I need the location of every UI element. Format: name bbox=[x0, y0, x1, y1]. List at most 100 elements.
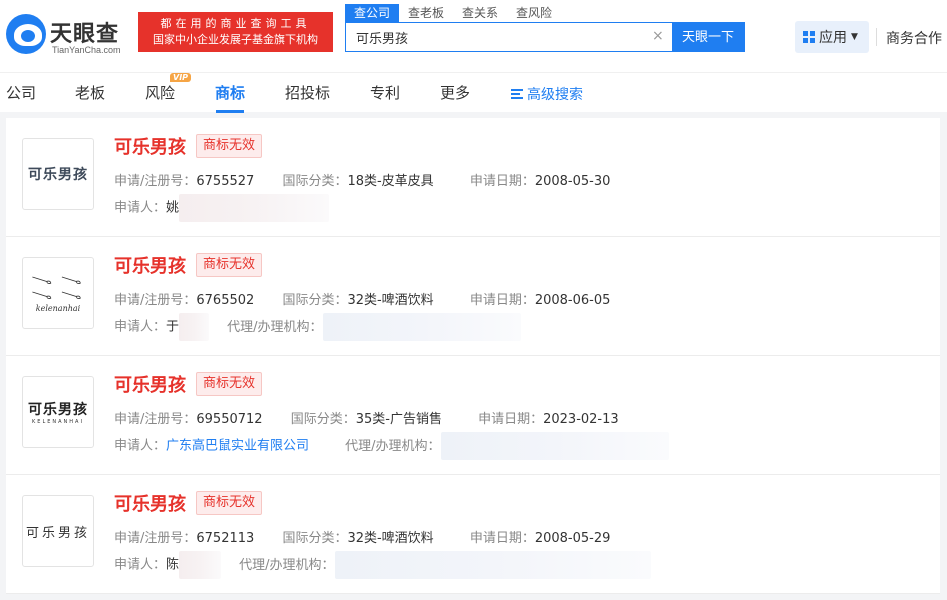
redacted-block bbox=[334, 551, 651, 579]
applicant-label: 申请人： bbox=[114, 438, 167, 454]
trademark-name[interactable]: 可乐男孩 bbox=[114, 252, 186, 278]
status-badge: 商标无效 bbox=[196, 491, 263, 515]
trademark-card[interactable]: 可乐男孩 可乐男孩 商标无效 申请/注册号：6755527 国际分类：18类-皮… bbox=[6, 118, 940, 237]
logo-name: 天眼查 bbox=[50, 22, 120, 47]
slogan-line-1: 都在用的商业查询工具 bbox=[160, 17, 311, 30]
intl-class-label: 国际分类： bbox=[282, 531, 348, 546]
business-link[interactable]: 商务合作 bbox=[886, 28, 942, 48]
agency-label: 代理/办理机构： bbox=[345, 438, 441, 454]
trademark-image-subtext: KELENANHAI bbox=[32, 419, 84, 425]
trademark-image-text: 可乐男孩 bbox=[28, 167, 88, 183]
search-box: × 天眼一下 bbox=[345, 22, 745, 52]
category-nav: 公司 老板 风险 VIP 商标 招投标 专利 更多 高级搜索 bbox=[0, 72, 947, 113]
nav-risk[interactable]: 风险 bbox=[145, 82, 175, 103]
info-row: 申请/注册号：6755527 国际分类：18类-皮革皮具 申请日期：2008-0… bbox=[114, 170, 610, 189]
logo-domain: TianYanCha.com bbox=[52, 45, 121, 55]
reg-no-label: 申请/注册号： bbox=[114, 412, 197, 427]
trademark-name[interactable]: 可乐男孩 bbox=[114, 133, 186, 159]
trademark-results: 可乐男孩 可乐男孩 商标无效 申请/注册号：6755527 国际分类：18类-皮… bbox=[6, 118, 940, 594]
status-badge: 商标无效 bbox=[196, 372, 263, 396]
search-tab-relation[interactable]: 查关系 bbox=[453, 4, 507, 22]
trademark-image-text: kelenanhai bbox=[35, 303, 81, 313]
nav-active-underline bbox=[216, 110, 244, 113]
info-row: 申请/注册号：6765502 国际分类：32类-啤酒饮料 申请日期：2008-0… bbox=[114, 289, 610, 308]
apps-button[interactable]: 应用 ▼ bbox=[795, 21, 869, 53]
nav-company[interactable]: 公司 bbox=[6, 82, 36, 103]
search-tab-company[interactable]: 查公司 bbox=[345, 4, 400, 22]
trademark-name[interactable]: 可乐男孩 bbox=[114, 371, 186, 397]
trademark-figures-icon: 𐃆 𐃆 𐃆 𐃆 bbox=[31, 274, 85, 303]
app-date-value: 2023-02-13 bbox=[543, 412, 619, 427]
app-date-label: 申请日期： bbox=[469, 531, 535, 546]
slogan-banner: 都在用的商业查询工具 国家中小企业发展子基金旗下机构 bbox=[138, 12, 333, 52]
trademark-image[interactable]: 可乐男孩 bbox=[22, 495, 94, 567]
trademark-image[interactable]: 可乐男孩 KELENANHAI bbox=[22, 376, 94, 448]
trademark-image-text: 可乐男孩 bbox=[28, 402, 88, 418]
applicant-value: 于 bbox=[166, 319, 180, 335]
info-row: 申请/注册号：6752113 国际分类：32类-啤酒饮料 申请日期：2008-0… bbox=[114, 527, 610, 546]
reg-no-value: 6755527 bbox=[196, 174, 255, 189]
search-input[interactable] bbox=[346, 23, 666, 51]
agency-label: 代理/办理机构： bbox=[227, 319, 323, 335]
logo-eye-icon bbox=[6, 14, 46, 54]
intl-class-label: 国际分类： bbox=[290, 412, 356, 427]
applicant-label: 申请人： bbox=[114, 557, 167, 573]
status-badge: 商标无效 bbox=[196, 134, 263, 158]
trademark-card[interactable]: 𐃆 𐃆 𐃆 𐃆 kelenanhai 可乐男孩 商标无效 申请/注册号：6765… bbox=[6, 237, 940, 356]
redacted-block bbox=[322, 313, 521, 341]
reg-no-value: 6765502 bbox=[196, 293, 255, 308]
app-date-label: 申请日期： bbox=[469, 174, 535, 189]
clear-icon[interactable]: × bbox=[652, 28, 664, 44]
applicant-label: 申请人： bbox=[114, 319, 167, 335]
nav-bidding[interactable]: 招投标 bbox=[285, 82, 330, 103]
search-tab-boss[interactable]: 查老板 bbox=[399, 4, 453, 22]
intl-class-value: 18类-皮革皮具 bbox=[347, 174, 434, 189]
intl-class-label: 国际分类： bbox=[282, 293, 348, 308]
redacted-block bbox=[179, 551, 222, 579]
reg-no-label: 申请/注册号： bbox=[114, 531, 197, 546]
intl-class-value: 35类-广告销售 bbox=[355, 412, 442, 427]
header-divider bbox=[876, 28, 877, 46]
trademark-image[interactable]: 可乐男孩 bbox=[22, 138, 94, 210]
advanced-search-link[interactable]: 高级搜索 bbox=[511, 84, 583, 104]
app-date-label: 申请日期： bbox=[478, 412, 544, 427]
applicant-label: 申请人： bbox=[114, 200, 167, 216]
tianyancha-logo[interactable]: 天眼查 TianYanCha.com bbox=[6, 8, 131, 58]
info-row: 申请/注册号：69550712 国际分类：35类-广告销售 申请日期：2023-… bbox=[114, 408, 619, 427]
trademark-card[interactable]: 可乐男孩 KELENANHAI 可乐男孩 商标无效 申请/注册号：6955071… bbox=[6, 356, 940, 475]
intl-class-value: 32类-啤酒饮料 bbox=[347, 293, 434, 308]
caret-down-icon: ▼ bbox=[851, 32, 858, 42]
redacted-block bbox=[179, 194, 330, 222]
app-date-label: 申请日期： bbox=[469, 293, 535, 308]
search-tabs: 查公司 查老板 查关系 查风险 bbox=[345, 4, 561, 22]
intl-class-value: 32类-啤酒饮料 bbox=[347, 531, 434, 546]
top-bar: 天眼查 TianYanCha.com 都在用的商业查询工具 国家中小企业发展子基… bbox=[0, 0, 947, 72]
redacted-block bbox=[440, 432, 669, 460]
trademark-image-text: 可乐男孩 bbox=[25, 525, 90, 541]
app-date-value: 2008-06-05 bbox=[534, 293, 611, 308]
nav-more[interactable]: 更多 bbox=[440, 82, 470, 103]
agency-label: 代理/办理机构： bbox=[239, 557, 335, 573]
reg-no-value: 6752113 bbox=[196, 531, 255, 546]
applicant-value: 姚 bbox=[166, 200, 180, 216]
applicant-row: 申请人：姚 bbox=[114, 194, 330, 222]
nav-patent[interactable]: 专利 bbox=[370, 82, 400, 103]
nav-boss[interactable]: 老板 bbox=[75, 82, 105, 103]
applicant-row: 申请人：广东高巴鼠实业有限公司 代理/办理机构： bbox=[114, 432, 669, 460]
reg-no-label: 申请/注册号： bbox=[114, 174, 197, 189]
applicant-link[interactable]: 广东高巴鼠实业有限公司 bbox=[166, 439, 309, 454]
advanced-search-label: 高级搜索 bbox=[527, 87, 583, 103]
intl-class-label: 国际分类： bbox=[282, 174, 348, 189]
search-button[interactable]: 天眼一下 bbox=[672, 23, 744, 51]
filter-icon bbox=[511, 89, 523, 99]
applicant-value: 陈 bbox=[166, 557, 180, 573]
search-tab-risk[interactable]: 查风险 bbox=[507, 4, 561, 22]
trademark-image[interactable]: 𐃆 𐃆 𐃆 𐃆 kelenanhai bbox=[22, 257, 94, 329]
reg-no-value: 69550712 bbox=[196, 412, 263, 427]
applicant-row: 申请人：于 代理/办理机构： bbox=[114, 313, 521, 341]
app-date-value: 2008-05-29 bbox=[534, 531, 611, 546]
trademark-name[interactable]: 可乐男孩 bbox=[114, 490, 186, 516]
slogan-line-2: 国家中小企业发展子基金旗下机构 bbox=[153, 33, 318, 46]
trademark-card[interactable]: 可乐男孩 可乐男孩 商标无效 申请/注册号：6752113 国际分类：32类-啤… bbox=[6, 475, 940, 594]
nav-trademark[interactable]: 商标 bbox=[215, 82, 245, 103]
